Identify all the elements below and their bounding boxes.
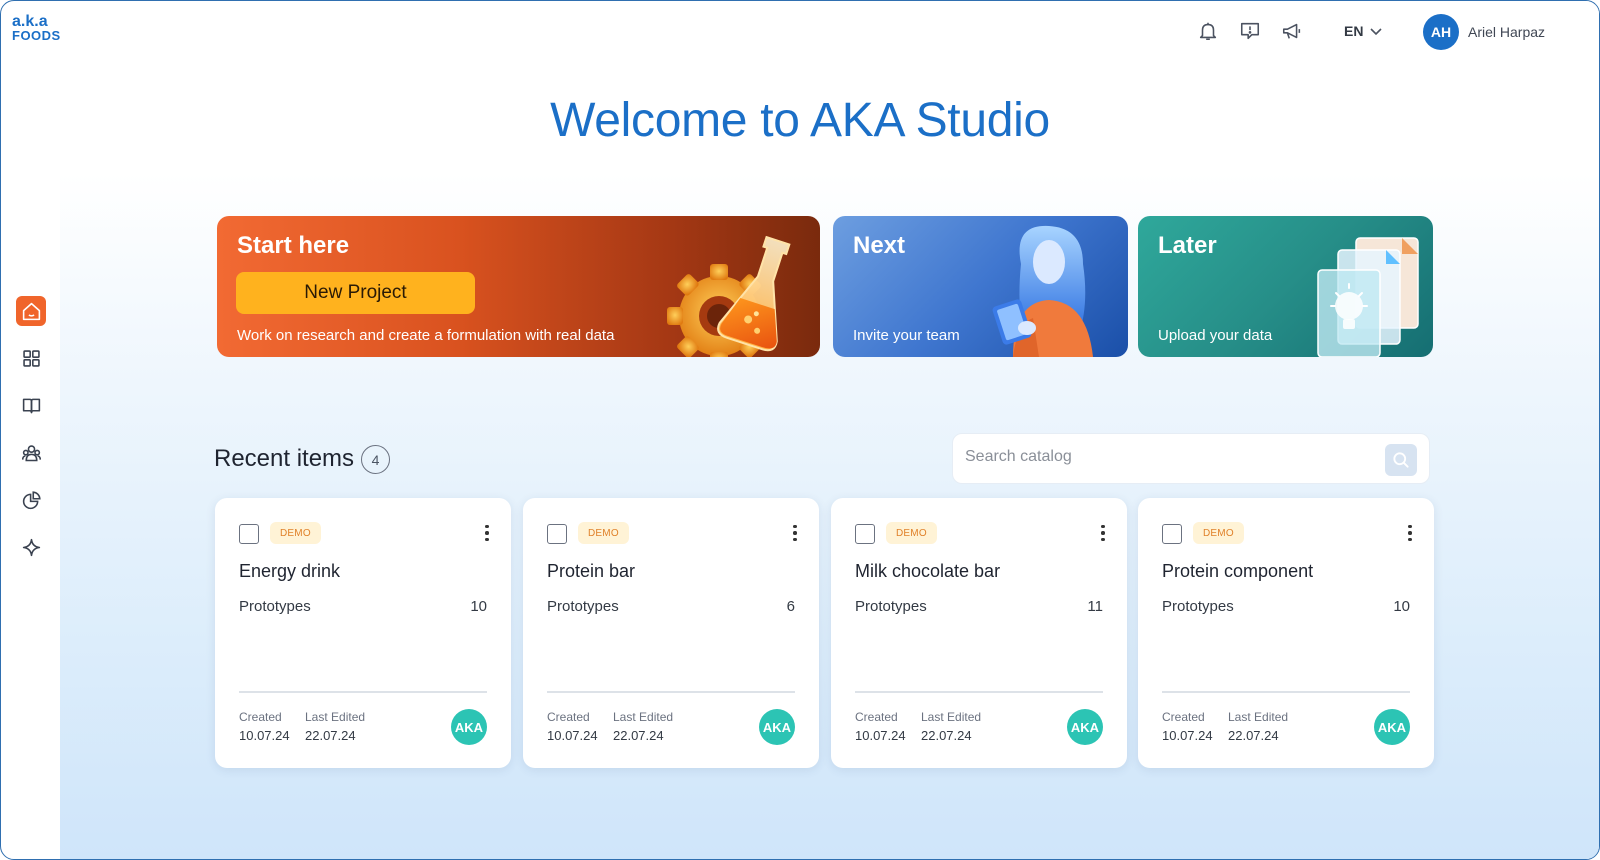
later-banner-title: Later bbox=[1158, 232, 1217, 259]
bell-icon bbox=[1199, 22, 1217, 41]
last-edited-date: 22.07.24 bbox=[921, 728, 972, 743]
owner-avatar: AKA bbox=[451, 709, 487, 745]
card-divider bbox=[855, 691, 1103, 693]
created-date: 10.07.24 bbox=[1162, 728, 1213, 743]
next-banner-title: Next bbox=[853, 232, 906, 259]
prototypes-label: Prototypes bbox=[855, 598, 927, 615]
sidebar-item-grid[interactable] bbox=[16, 343, 46, 373]
later-banner-subtitle: Upload your data bbox=[1158, 327, 1273, 344]
start-banner-title: Start here bbox=[237, 232, 350, 259]
select-checkbox[interactable] bbox=[855, 524, 875, 544]
next-banner[interactable]: Next Invite your team bbox=[833, 216, 1128, 357]
search-button[interactable] bbox=[1385, 444, 1417, 476]
created-date: 10.07.24 bbox=[239, 728, 290, 743]
last-edited-label: Last Edited bbox=[613, 710, 674, 724]
last-edited-date: 22.07.24 bbox=[613, 728, 664, 743]
logo-line1: a.k.a bbox=[12, 13, 48, 30]
start-here-banner[interactable]: Start here New Project Work on research … bbox=[217, 216, 820, 357]
created-label: Created bbox=[547, 710, 590, 724]
grid-icon bbox=[22, 349, 40, 367]
home-icon bbox=[22, 302, 40, 320]
last-edited-date: 22.07.24 bbox=[305, 728, 356, 743]
recent-items-count: 4 bbox=[361, 445, 390, 474]
prototypes-count: 11 bbox=[1087, 598, 1103, 615]
created-date: 10.07.24 bbox=[547, 728, 598, 743]
created-label: Created bbox=[1162, 710, 1205, 724]
project-card[interactable]: DEMO Protein bar Prototypes 6 Created 10… bbox=[523, 498, 819, 768]
recent-items-title: Recent items bbox=[214, 445, 355, 472]
user-avatar[interactable]: AH bbox=[1423, 14, 1459, 50]
aka-foods-logo[interactable]: a.k.a FOODS bbox=[12, 13, 61, 43]
prototypes-count: 6 bbox=[786, 598, 795, 615]
user-name[interactable]: Ariel Harpaz bbox=[1468, 24, 1545, 40]
notifications-button[interactable] bbox=[1196, 19, 1220, 43]
next-banner-subtitle: Invite your team bbox=[853, 327, 960, 344]
demo-badge: DEMO bbox=[886, 522, 937, 544]
search-input[interactable] bbox=[965, 448, 1365, 466]
owner-avatar: AKA bbox=[1067, 709, 1103, 745]
last-edited-label: Last Edited bbox=[1228, 710, 1289, 724]
start-banner-subtitle: Work on research and create a formulatio… bbox=[237, 327, 615, 344]
owner-avatar: AKA bbox=[1374, 709, 1410, 745]
feedback-button[interactable] bbox=[1238, 19, 1262, 43]
card-title[interactable]: Protein bar bbox=[547, 561, 635, 582]
documents-lightbulb-illustration bbox=[1317, 237, 1419, 357]
sidebar-item-chart[interactable] bbox=[16, 485, 46, 515]
card-title[interactable]: Milk chocolate bar bbox=[855, 561, 1000, 582]
project-card[interactable]: DEMO Milk chocolate bar Prototypes 11 Cr… bbox=[831, 498, 1127, 768]
users-icon bbox=[21, 444, 41, 461]
chevron-down-icon bbox=[1370, 28, 1383, 36]
prototypes-count: 10 bbox=[1393, 598, 1410, 615]
select-checkbox[interactable] bbox=[1162, 524, 1182, 544]
page-title: Welcome to AKA Studio bbox=[550, 94, 1050, 147]
new-project-button[interactable]: New Project bbox=[236, 272, 475, 314]
owner-avatar: AKA bbox=[759, 709, 795, 745]
announcements-button[interactable] bbox=[1280, 19, 1304, 43]
last-edited-label: Last Edited bbox=[305, 710, 366, 724]
flask-gear-illustration bbox=[667, 235, 791, 357]
prototypes-label: Prototypes bbox=[547, 598, 619, 615]
sparkle-icon bbox=[22, 538, 40, 556]
more-options-icon[interactable] bbox=[481, 522, 493, 544]
card-divider bbox=[239, 691, 487, 693]
demo-badge: DEMO bbox=[578, 522, 629, 544]
project-card[interactable]: DEMO Protein component Prototypes 10 Cre… bbox=[1138, 498, 1434, 768]
prototypes-label: Prototypes bbox=[239, 598, 311, 615]
last-edited-label: Last Edited bbox=[921, 710, 982, 724]
search-catalog bbox=[952, 433, 1430, 484]
pie-chart-icon bbox=[22, 490, 41, 509]
sidebar-item-sparkle[interactable] bbox=[16, 532, 46, 562]
created-date: 10.07.24 bbox=[855, 728, 906, 743]
book-icon bbox=[22, 398, 40, 413]
sidebar-item-users[interactable] bbox=[16, 438, 46, 468]
language-label: EN bbox=[1344, 23, 1364, 39]
megaphone-icon bbox=[1282, 23, 1301, 39]
created-label: Created bbox=[855, 710, 898, 724]
search-icon bbox=[1393, 452, 1409, 468]
later-banner[interactable]: Later Upload your data bbox=[1138, 216, 1433, 357]
more-options-icon[interactable] bbox=[1404, 522, 1416, 544]
message-alert-icon bbox=[1240, 22, 1260, 40]
card-title[interactable]: Energy drink bbox=[239, 561, 340, 582]
more-options-icon[interactable] bbox=[1097, 522, 1109, 544]
last-edited-date: 22.07.24 bbox=[1228, 728, 1279, 743]
card-divider bbox=[1162, 691, 1410, 693]
app-window: a.k.a FOODS EN AH Ariel Harpaz Welcome t… bbox=[0, 0, 1600, 860]
demo-badge: DEMO bbox=[1193, 522, 1244, 544]
language-selector[interactable]: EN bbox=[1344, 23, 1383, 39]
prototypes-label: Prototypes bbox=[1162, 598, 1234, 615]
prototypes-count: 10 bbox=[470, 598, 487, 615]
sidebar-item-home[interactable] bbox=[16, 296, 46, 326]
card-title[interactable]: Protein component bbox=[1162, 561, 1313, 582]
woman-with-tablet-illustration bbox=[992, 225, 1093, 357]
card-divider bbox=[547, 691, 795, 693]
sidebar-item-book[interactable] bbox=[16, 390, 46, 420]
select-checkbox[interactable] bbox=[547, 524, 567, 544]
more-options-icon[interactable] bbox=[789, 522, 801, 544]
created-label: Created bbox=[239, 710, 282, 724]
select-checkbox[interactable] bbox=[239, 524, 259, 544]
logo-line2: FOODS bbox=[12, 28, 61, 43]
demo-badge: DEMO bbox=[270, 522, 321, 544]
project-card[interactable]: DEMO Energy drink Prototypes 10 Created … bbox=[215, 498, 511, 768]
